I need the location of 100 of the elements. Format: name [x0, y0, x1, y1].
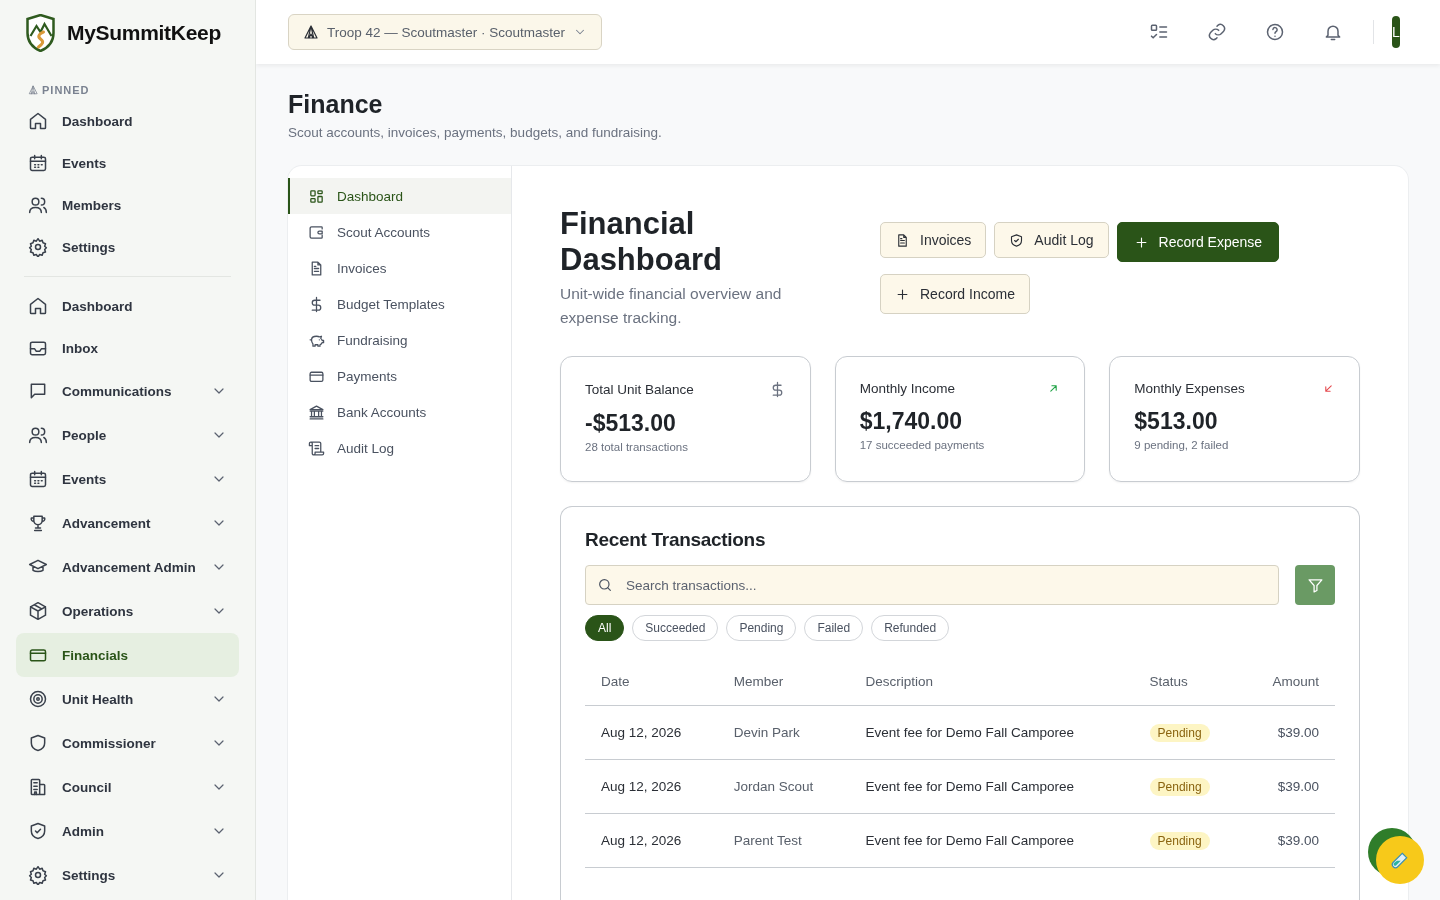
target-icon: [28, 689, 48, 709]
nav-item[interactable]: Communications: [16, 369, 239, 413]
stat-note: 9 pending, 2 failed: [1134, 439, 1230, 451]
action-button[interactable]: Record Income: [880, 274, 1030, 314]
nav-item[interactable]: Council: [16, 765, 239, 809]
table-cell: $39.00: [1242, 705, 1335, 760]
column-header: Member: [717, 657, 850, 706]
filter-button[interactable]: [1295, 565, 1335, 605]
stat-note: 28 total transactions: [585, 441, 689, 453]
nav-item[interactable]: Unit Health: [16, 677, 239, 721]
shield-check-icon: [1009, 232, 1025, 248]
link-icon: [1207, 22, 1227, 42]
scroll-icon: [308, 439, 325, 457]
column-header: Description: [849, 657, 1134, 706]
shield-icon: [28, 733, 48, 753]
stat-label: Total Unit Balance: [585, 382, 694, 397]
nav-item[interactable]: Admin: [16, 809, 239, 853]
action-button[interactable]: Record Expense: [1116, 222, 1280, 262]
nav-item[interactable]: Events: [16, 457, 239, 501]
filter-chip[interactable]: All: [585, 615, 625, 641]
filter-chip[interactable]: Failed: [804, 615, 864, 641]
table-cell: $39.00: [1242, 813, 1335, 868]
filter-chip[interactable]: Pending: [726, 615, 797, 641]
nav-item[interactable]: Dashboard: [16, 100, 239, 142]
shield-check-icon: [28, 821, 48, 841]
nav-item[interactable]: Financials: [16, 633, 239, 677]
plus-icon: [895, 286, 910, 302]
page-subtitle: Scout accounts, invoices, payments, budgets, and fundraising.: [288, 125, 663, 140]
people-icon: [28, 195, 48, 215]
stat-label: Monthly Income: [859, 381, 955, 396]
column-header: Date: [585, 657, 718, 706]
column-header: Status: [1133, 657, 1243, 706]
subnav-item[interactable]: Payments: [288, 358, 511, 394]
subnav-item[interactable]: Fundraising: [288, 322, 511, 358]
nav-item[interactable]: Commissioner: [16, 721, 239, 765]
status-badge: Pending: [1149, 723, 1210, 742]
trophy-icon: [28, 513, 48, 533]
bank-icon: [308, 403, 325, 421]
plus-icon: [1133, 234, 1149, 250]
table-cell: Aug 12, 2026: [585, 705, 718, 760]
nav-item[interactable]: Advancement Admin: [16, 545, 239, 589]
grid-icon: [308, 187, 325, 205]
action-button[interactable]: Invoices: [880, 222, 987, 258]
logo-icon: [24, 14, 57, 52]
home-icon: [28, 296, 48, 316]
help-icon: [1265, 22, 1285, 42]
building-icon: [28, 777, 48, 797]
column-header: Amount: [1242, 657, 1335, 706]
dashboard-description: Unit-wide financial overview and expense tracking.: [560, 284, 783, 328]
arrow-down-left-icon: [1322, 382, 1335, 395]
subnav-item[interactable]: Invoices: [288, 250, 511, 286]
status-badge: Pending: [1149, 831, 1210, 850]
calendar-icon: [28, 153, 48, 173]
table-cell: Jordan Scout: [717, 759, 850, 814]
stat-note: 17 succeeded payments: [859, 439, 986, 451]
wallet-icon: [308, 223, 325, 241]
subnav-item[interactable]: Budget Templates: [288, 286, 511, 322]
nav-item[interactable]: People: [16, 413, 239, 457]
table-cell: Aug 12, 2026: [585, 759, 718, 814]
filter-icon: [1306, 576, 1324, 594]
chat-bubble-icon: [28, 381, 48, 401]
table-cell: Devin Park: [717, 705, 850, 760]
filter-chip[interactable]: Refunded: [871, 615, 950, 641]
search-icon: [597, 577, 613, 593]
unit-selector[interactable]: Troop 42 — Scoutmaster · Scoutmaster: [288, 14, 603, 50]
table-cell: $39.00: [1242, 759, 1335, 814]
nav-item[interactable]: Operations: [16, 589, 239, 633]
nav-item[interactable]: Inbox: [16, 327, 239, 369]
stat-value: $1,740.00: [859, 408, 963, 435]
tent-icon: [28, 85, 38, 95]
page-title: Finance: [288, 90, 384, 119]
filter-chip[interactable]: Succeeded: [632, 615, 719, 641]
table-cell: Parent Test: [717, 813, 850, 868]
nav-item[interactable]: Members: [16, 184, 239, 226]
nav-item[interactable]: Settings: [16, 853, 239, 897]
settings-icon: [28, 237, 48, 257]
table-cell: Event fee for Demo Fall Camporee: [849, 813, 1134, 868]
nav-item[interactable]: Settings: [16, 226, 239, 268]
calendar-icon: [28, 469, 48, 489]
stat-value: -$513.00: [585, 410, 677, 437]
inbox-icon: [28, 338, 48, 358]
dashboard-title: Financial Dashboard: [560, 206, 723, 278]
nav-item[interactable]: Advancement: [16, 501, 239, 545]
brand-name: MySummitKeep: [67, 21, 221, 45]
table-cell: Event fee for Demo Fall Camporee: [849, 705, 1134, 760]
section-label: PINNED: [42, 84, 90, 96]
action-button[interactable]: Audit Log: [994, 222, 1109, 258]
status-badge: Pending: [1149, 777, 1210, 796]
subnav-item[interactable]: Scout Accounts: [288, 214, 511, 250]
search-field[interactable]: Search transactions...: [585, 565, 1279, 605]
people-icon: [28, 425, 48, 445]
nav-item[interactable]: Dashboard: [16, 285, 239, 327]
subnav-item[interactable]: Bank Accounts: [288, 394, 511, 430]
nav-item[interactable]: Events: [16, 142, 239, 184]
table-cell: Event fee for Demo Fall Camporee: [849, 759, 1134, 814]
document-icon: [895, 232, 910, 248]
subnav-item[interactable]: Audit Log: [288, 430, 511, 466]
section-title: Recent Transactions: [585, 529, 767, 551]
avatar-button[interactable]: L: [1392, 16, 1400, 48]
subnav-item[interactable]: Dashboard: [288, 178, 511, 214]
